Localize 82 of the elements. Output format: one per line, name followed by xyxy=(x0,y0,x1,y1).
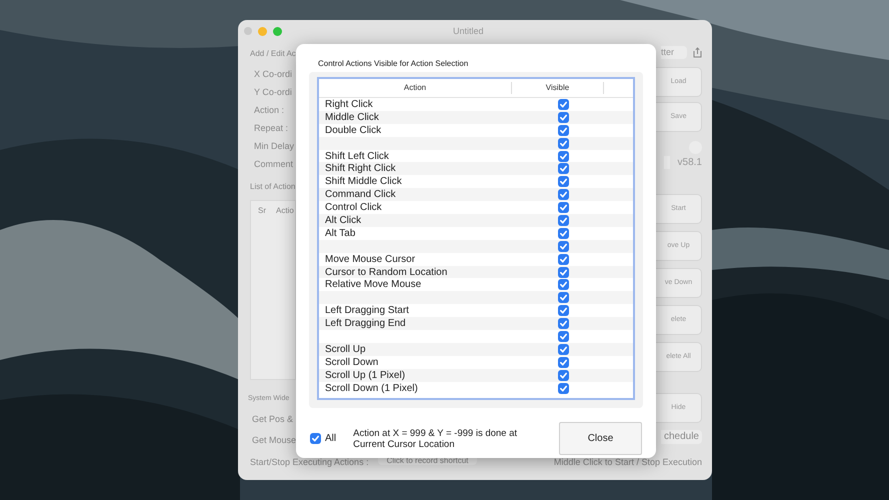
visible-checkbox[interactable] xyxy=(558,330,569,342)
visible-checkbox[interactable] xyxy=(558,202,569,214)
dialog-title: Control Actions Visible for Action Selection xyxy=(318,58,470,70)
visible-checkbox[interactable] xyxy=(558,176,569,188)
visible-checkbox[interactable] xyxy=(558,214,569,226)
table-row[interactable]: Shift Right Click xyxy=(319,162,633,176)
table-row[interactable] xyxy=(319,240,633,253)
column-header: Actio xyxy=(276,205,294,217)
visible-checkbox[interactable] xyxy=(558,370,569,381)
action-name: Scroll Up (1 Pixel) xyxy=(325,370,406,381)
visible-checkbox[interactable] xyxy=(558,254,569,265)
hint-text: Middle Click to Start / Stop Execution xyxy=(554,456,702,469)
field-label: Repeat : xyxy=(254,122,290,135)
action-name: Shift Middle Click xyxy=(325,176,402,188)
version-label: v58.1 xyxy=(678,156,702,170)
visible-checkbox[interactable] xyxy=(558,382,569,394)
action-name: Shift Right Click xyxy=(325,163,396,174)
action-name: Move Mouse Cursor xyxy=(325,254,416,265)
all-label: All xyxy=(325,432,336,446)
section-label: List of Action xyxy=(250,181,296,193)
table-row[interactable]: Command Click xyxy=(319,188,633,202)
table-row[interactable]: Alt Click xyxy=(319,214,633,227)
close-button[interactable]: Close xyxy=(559,422,642,455)
action-name: Left Dragging End xyxy=(325,318,406,330)
action-name: Shift Left Click xyxy=(325,150,389,162)
action-name: Scroll Down xyxy=(325,356,378,368)
action-name: Scroll Up xyxy=(325,344,366,355)
table-row[interactable]: Middle Click xyxy=(319,110,633,124)
system-label: Get Pos & xyxy=(252,412,294,426)
system-label: Get Mouse xyxy=(252,434,296,447)
field-label: Comment xyxy=(254,158,294,171)
action-name: Right Click xyxy=(325,98,373,110)
visible-checkbox[interactable] xyxy=(558,163,569,174)
action-name: Middle Click xyxy=(325,112,379,123)
visible-checkbox[interactable] xyxy=(558,344,569,355)
all-checkbox[interactable] xyxy=(310,433,321,444)
action-name: Scroll Down (1 Pixel) xyxy=(325,382,418,394)
visible-checkbox[interactable] xyxy=(558,292,569,304)
share-icon[interactable] xyxy=(693,47,702,58)
field-label: Y Co-ordi xyxy=(254,86,293,99)
table-row[interactable]: Scroll Down (1 Pixel) xyxy=(319,382,633,394)
action-name: Relative Move Mouse xyxy=(325,279,422,290)
visible-checkbox[interactable] xyxy=(558,124,569,136)
table-row[interactable]: Move Mouse Cursor xyxy=(319,252,633,266)
visible-checkbox[interactable] xyxy=(558,150,569,162)
action-name: Command Click xyxy=(325,189,396,200)
visible-checkbox[interactable] xyxy=(558,240,569,252)
shortcut-label: Start/Stop Executing Actions : xyxy=(250,456,369,469)
field-label: X Co-ordi xyxy=(254,68,294,81)
note-text: Action at X = 999 & Y = -999 is done at Current Cursor Location xyxy=(353,428,518,450)
window-title: Untitled xyxy=(453,25,484,38)
action-name: Alt Tab xyxy=(325,228,356,239)
table-row[interactable]: Relative Move Mouse xyxy=(319,278,633,292)
input-field[interactable] xyxy=(664,156,670,169)
visible-checkbox[interactable] xyxy=(558,98,569,110)
table-row[interactable]: Left Dragging End xyxy=(319,317,633,330)
visible-checkbox[interactable] xyxy=(558,189,569,200)
table-row[interactable] xyxy=(319,136,633,150)
column-header: Action xyxy=(319,82,512,94)
action-name: Alt Click xyxy=(325,214,362,226)
visible-checkbox[interactable] xyxy=(558,356,569,368)
visible-checkbox[interactable] xyxy=(558,266,569,278)
column-header: Sr xyxy=(258,205,266,217)
visible-checkbox[interactable] xyxy=(558,138,569,149)
column-header: Visible xyxy=(512,82,604,94)
field-label: Min Delay xyxy=(254,140,296,153)
visible-checkbox[interactable] xyxy=(558,228,569,239)
action-name: Control Click xyxy=(325,202,382,214)
visible-checkbox[interactable] xyxy=(558,318,569,330)
action-name: Left Dragging Start xyxy=(325,305,409,316)
table-row[interactable]: Shift Left Click xyxy=(319,150,633,162)
visible-checkbox[interactable] xyxy=(558,305,569,316)
section-label: Add / Edit Ac xyxy=(250,48,296,60)
table-row[interactable]: Cursor to Random Location xyxy=(319,266,633,278)
table-row[interactable]: Scroll Up xyxy=(319,342,633,356)
visible-checkbox[interactable] xyxy=(558,112,569,123)
field-label: Action : xyxy=(254,104,286,117)
visible-checkbox[interactable] xyxy=(558,279,569,290)
table-row[interactable] xyxy=(319,291,633,304)
action-name: Double Click xyxy=(325,124,382,136)
action-name: Cursor to Random Location xyxy=(325,266,448,278)
table-row[interactable]: Scroll Up (1 Pixel) xyxy=(319,368,633,382)
